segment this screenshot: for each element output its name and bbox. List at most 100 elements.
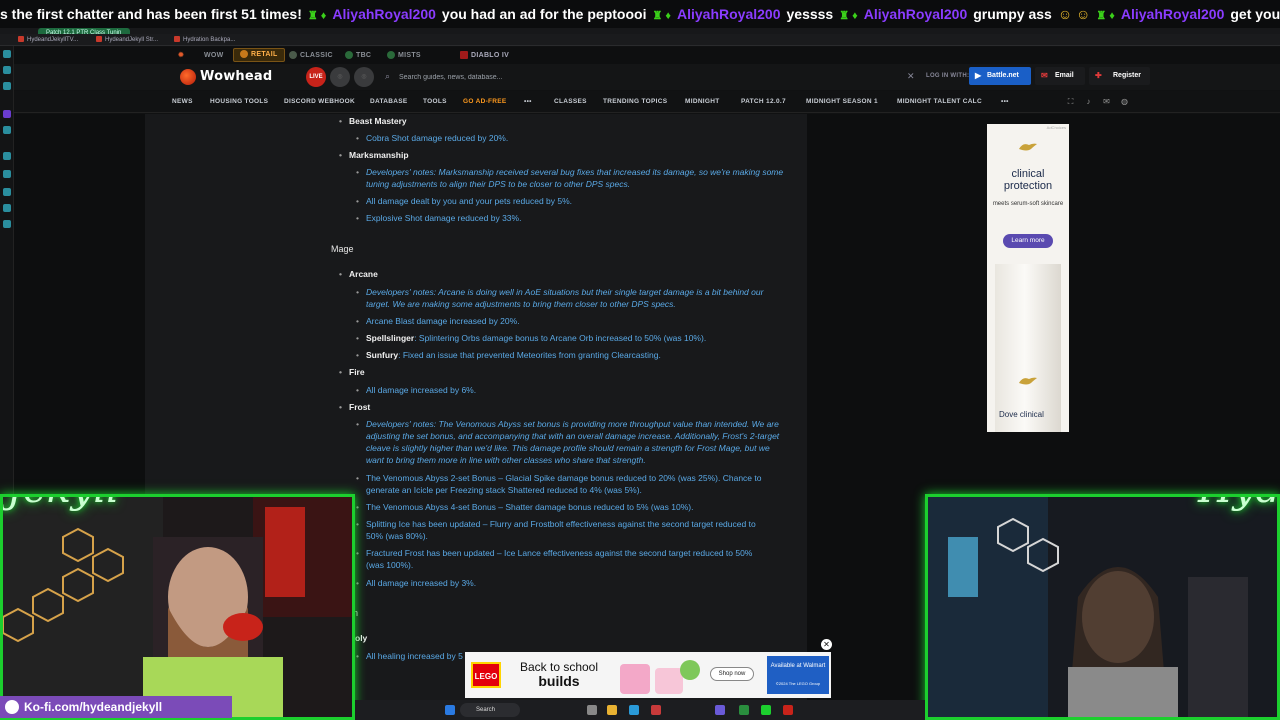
change-text[interactable]: : Fixed an issue that prevented Meteorit… xyxy=(398,350,661,360)
bookmark-label: HydeandJekyllTV... xyxy=(27,37,79,43)
notifications-icon[interactable]: ♪ xyxy=(1084,97,1093,106)
change-item[interactable]: The Venomous Abyss 2-set Bonus – Glacial… xyxy=(356,472,761,484)
nav-more-left[interactable]: ••• xyxy=(524,91,532,113)
banner-close-icon[interactable]: ✕ xyxy=(821,639,832,650)
edge-icon[interactable] xyxy=(629,705,639,715)
nav-midnight-season[interactable]: MIDNIGHT SEASON 1 xyxy=(806,91,878,113)
change-item[interactable]: Splitting Ice has been updated – Flurry … xyxy=(356,518,756,530)
wowhead-logo-icon[interactable] xyxy=(180,69,196,85)
sidebar-app-icon[interactable] xyxy=(3,188,11,196)
wowhead-logo[interactable]: Wowhead xyxy=(200,66,272,88)
bookmark-favicon-icon xyxy=(96,36,102,43)
chat-msg: grumpy ass xyxy=(973,6,1052,22)
change-item[interactable]: Explosive Shot damage reduced by 33%. xyxy=(356,212,521,224)
version-wow[interactable]: WOW xyxy=(204,47,224,64)
change-item-cont[interactable]: (was 100%). xyxy=(366,559,413,571)
version-diablo[interactable]: DIABLO IV xyxy=(460,47,509,64)
battlenet-icon: ▶ xyxy=(975,71,982,80)
talent-name[interactable]: Sunfury xyxy=(366,350,398,360)
kofi-banner[interactable]: Ko-fi.com/hydeandjekyll xyxy=(0,696,232,718)
version-classic[interactable]: CLASSIC xyxy=(289,47,333,64)
battlenet-login-button[interactable]: ▶ Battle.net xyxy=(969,67,1031,85)
nav-go-ad-free[interactable]: GO AD-FREE xyxy=(463,91,507,113)
bookmark-favicon-icon xyxy=(18,36,24,43)
nav-tools[interactable]: TOOLS xyxy=(423,91,447,113)
ad-choices-label[interactable]: AdChoices xyxy=(1047,125,1066,130)
spec-heading: Fire xyxy=(339,366,364,378)
live-badge[interactable]: LIVE xyxy=(306,67,326,87)
app-icon[interactable] xyxy=(761,705,771,715)
nav-database[interactable]: DATABASE xyxy=(370,91,408,113)
sidebar-app-icon[interactable] xyxy=(3,220,11,228)
sidebar-app-icon[interactable] xyxy=(3,170,11,178)
game-circle-icon[interactable]: ◎ xyxy=(354,67,374,87)
nav-midnight-talent-calc[interactable]: MIDNIGHT TALENT CALC xyxy=(897,91,982,113)
version-mists[interactable]: MISTS xyxy=(387,47,421,64)
nav-classes[interactable]: CLASSES xyxy=(554,91,587,113)
change-item-cont[interactable]: 50% (was 80%). xyxy=(366,530,428,542)
nav-housing-tools[interactable]: HOUSING TOOLS xyxy=(210,91,268,113)
banner-walmart: Available at Walmart ©2024 The LEGO Grou… xyxy=(767,656,829,694)
banner-shop-now-button[interactable]: Shop now xyxy=(710,667,754,681)
sidebar-app-icon[interactable] xyxy=(3,66,11,74)
change-item[interactable]: All damage dealt by you and your pets re… xyxy=(356,195,572,207)
chat-emote: ♜ ♦ xyxy=(307,10,327,22)
sidebar-app-icon[interactable] xyxy=(3,152,11,160)
sidebar-app-icon[interactable] xyxy=(3,126,11,134)
task-view-icon[interactable] xyxy=(587,705,597,715)
nav-patch[interactable]: PATCH 12.0.7 xyxy=(741,91,786,113)
dev-note: Developers' notes: Arcane is doing well … xyxy=(356,286,763,298)
start-icon[interactable] xyxy=(445,705,455,715)
nav-news[interactable]: NEWS xyxy=(172,91,193,113)
globe-icon[interactable]: ◍ xyxy=(1120,97,1129,106)
taskbar-search[interactable]: Search xyxy=(460,703,520,717)
ad-learn-more-button[interactable]: Learn more xyxy=(1003,234,1053,248)
dev-note: cleave is slightly higher than we'd like… xyxy=(366,443,770,453)
search-input[interactable] xyxy=(399,68,919,86)
change-item[interactable]: All damage increased by 3%. xyxy=(356,577,476,589)
change-text[interactable]: : Splintering Orbs damage bonus to Arcan… xyxy=(414,333,706,343)
sidebar-app-icon[interactable] xyxy=(3,50,11,58)
change-item[interactable]: Cobra Shot damage reduced by 20%. xyxy=(356,132,508,144)
game-circle-icon[interactable]: ◎ xyxy=(330,67,350,87)
bottom-banner-ad[interactable]: LEGO Back to school builds Shop now Avai… xyxy=(465,652,831,698)
dove-logo-icon xyxy=(1019,143,1037,151)
mail-icon[interactable]: ✉ xyxy=(1102,97,1111,106)
register-button[interactable]: ✚ Register xyxy=(1089,67,1150,85)
change-item[interactable]: All healing increased by 5 xyxy=(356,650,463,662)
clear-search-icon[interactable]: ✕ xyxy=(907,70,915,82)
windows-taskbar: Search xyxy=(355,700,925,720)
bookmark-item[interactable]: HydeandJekyll Str... xyxy=(96,34,158,46)
bookmark-item[interactable]: Hydration Backpa... xyxy=(174,34,235,46)
home-flame-icon[interactable]: ✹ xyxy=(178,47,184,64)
change-item[interactable]: The Venomous Abyss 4-set Bonus – Shatter… xyxy=(356,501,693,513)
version-tbc[interactable]: TBC xyxy=(345,47,371,64)
nav-midnight[interactable]: MIDNIGHT xyxy=(685,91,720,113)
change-item[interactable]: Arcane Blast damage increased by 20%. xyxy=(356,315,520,327)
site-header: Wowhead LIVE ◎ ◎ ⌕ ✕ LOG IN WITH: ▶ Battl… xyxy=(14,64,1280,90)
discord-icon[interactable] xyxy=(715,705,725,715)
nav-discord-webhook[interactable]: DISCORD WEBHOOK xyxy=(284,91,355,113)
app-icon[interactable] xyxy=(651,705,661,715)
chat-user: AliyahRoyal200 xyxy=(677,6,781,22)
change-item: Sunfury: Fixed an issue that prevented M… xyxy=(356,349,661,361)
banner-line2: builds xyxy=(538,673,580,689)
bookmark-item[interactable]: HydeandJekyllTV... xyxy=(18,34,78,46)
change-item[interactable]: Fractured Frost has been updated – Ice L… xyxy=(356,547,752,559)
app-icon[interactable] xyxy=(783,705,793,715)
change-item[interactable]: All damage increased by 6%. xyxy=(356,384,476,396)
fullscreen-icon[interactable]: ⛶ xyxy=(1066,97,1075,106)
change-item-cont[interactable]: generate an Icicle per Freezing stack Sh… xyxy=(366,484,642,496)
side-ad[interactable]: AdChoices clinical protection meets seru… xyxy=(987,124,1069,432)
sidebar-app-icon[interactable] xyxy=(3,82,11,90)
app-icon[interactable] xyxy=(739,705,749,715)
nav-trending-topics[interactable]: TRENDING TOPICS xyxy=(603,91,667,113)
nav-more-right[interactable]: ••• xyxy=(1001,91,1009,113)
talent-name[interactable]: Spellslinger xyxy=(366,333,414,343)
version-retail[interactable]: RETAIL xyxy=(233,48,285,62)
sidebar-app-icon[interactable] xyxy=(3,110,11,118)
email-icon: ✉ xyxy=(1041,71,1048,80)
email-login-button[interactable]: ✉ Email xyxy=(1035,67,1085,85)
explorer-icon[interactable] xyxy=(607,705,617,715)
sidebar-app-icon[interactable] xyxy=(3,204,11,212)
